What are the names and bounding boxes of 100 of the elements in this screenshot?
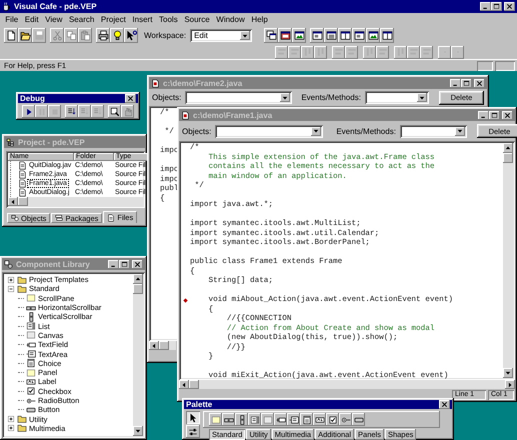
menu-item[interactable]: Window: [212, 14, 248, 26]
scroll-thumb[interactable]: [503, 153, 513, 163]
bars-icon: [422, 47, 432, 57]
tool-button[interactable]: [186, 425, 200, 438]
list-window-icon: [326, 30, 337, 41]
down-arrow-icon: [282, 94, 288, 100]
toolbar-button[interactable]: [108, 105, 121, 118]
down-arrow-icon: [242, 32, 248, 38]
toolbar-button[interactable]: [310, 28, 324, 43]
toolbar-button[interactable]: [324, 28, 338, 43]
component-button[interactable]: [339, 413, 352, 426]
toolbar-button[interactable]: [22, 105, 35, 118]
toolbar-button[interactable]: [264, 28, 278, 43]
toolbar-button[interactable]: [380, 28, 394, 43]
collapse-toggle[interactable]: [7, 284, 15, 293]
toolbar-button[interactable]: [110, 28, 124, 43]
menu-item[interactable]: File: [2, 14, 22, 26]
component-button[interactable]: [287, 413, 300, 426]
minimize-button[interactable]: [480, 2, 491, 11]
scrollbar[interactable]: [503, 143, 513, 378]
close-icon: [504, 112, 511, 118]
toolbar-button[interactable]: [65, 105, 78, 118]
scroll-thumb[interactable]: [18, 197, 28, 206]
menu-item[interactable]: Source: [181, 14, 213, 26]
minimize-button[interactable]: [450, 78, 461, 88]
menu-item[interactable]: Help: [248, 14, 272, 26]
objects-dropdown[interactable]: [185, 91, 292, 104]
maximize-button[interactable]: [491, 2, 502, 11]
maximize-button[interactable]: [461, 78, 472, 88]
dropdown-arrow-button[interactable]: [311, 126, 322, 136]
menu-item[interactable]: Edit: [21, 14, 42, 26]
toolbar-button[interactable]: [96, 28, 110, 43]
scrollbar[interactable]: [179, 380, 515, 389]
close-button[interactable]: [502, 110, 513, 120]
maximize-button[interactable]: [119, 260, 130, 268]
scroll-up-button[interactable]: [133, 274, 143, 284]
events-dropdown[interactable]: [364, 91, 429, 104]
scroll-left-button[interactable]: [149, 341, 159, 350]
toolbar-button[interactable]: [124, 28, 138, 43]
toolbar-button[interactable]: [338, 28, 352, 43]
scrollbar[interactable]: [149, 341, 176, 350]
expand-toggle[interactable]: [7, 424, 15, 432]
component-button[interactable]: [235, 413, 248, 426]
scroll-down-button[interactable]: [503, 368, 513, 378]
toolbar-button[interactable]: [352, 28, 366, 43]
close-button[interactable]: [474, 78, 485, 88]
expand-toggle[interactable]: [7, 276, 15, 284]
objects-dropdown[interactable]: [215, 124, 324, 138]
scroll-left-button[interactable]: [179, 380, 189, 389]
menu-item[interactable]: Search: [66, 14, 98, 26]
minimize-button[interactable]: [108, 260, 119, 268]
scrollbar[interactable]: [8, 197, 143, 206]
tool-button[interactable]: [186, 411, 200, 424]
component-button[interactable]: [326, 413, 339, 426]
left-arrow-icon: [181, 382, 187, 388]
dropdown-arrow-button[interactable]: [280, 93, 290, 102]
pages-icon: [66, 30, 76, 41]
menu-item[interactable]: Tools: [156, 14, 182, 26]
menu-item[interactable]: Insert: [129, 14, 156, 26]
workspace-dropdown[interactable]: Edit: [190, 29, 252, 42]
shapes-icon: [11, 214, 19, 222]
menu-item[interactable]: Project: [98, 14, 130, 26]
window-icon: [280, 30, 291, 41]
dropdown-arrow-button[interactable]: [454, 126, 465, 136]
events-dropdown[interactable]: [400, 124, 467, 138]
scrollbar[interactable]: [133, 274, 143, 436]
component-button[interactable]: [313, 413, 326, 426]
up-arrow-icon: [135, 276, 141, 282]
scroll-thumb[interactable]: [133, 284, 143, 294]
scroll-left-button[interactable]: [8, 197, 18, 206]
close-button[interactable]: [439, 400, 450, 409]
dropdown-arrow-button[interactable]: [416, 93, 427, 102]
stop-icon: [50, 106, 60, 116]
toolbar-button[interactable]: [366, 28, 380, 43]
scroll-right-button[interactable]: [505, 380, 515, 389]
expand-toggle[interactable]: [7, 415, 15, 424]
component-button[interactable]: [352, 413, 365, 426]
cup-icon: [2, 2, 11, 11]
toolbar-button[interactable]: [278, 28, 292, 43]
component-button[interactable]: [274, 413, 287, 426]
toolbar-button[interactable]: [18, 28, 32, 43]
minimize-button[interactable]: [478, 110, 489, 120]
scroll-thumb[interactable]: [189, 380, 199, 389]
toolbar-button[interactable]: [4, 28, 18, 43]
dropdown-arrow-button[interactable]: [240, 31, 250, 40]
menu-item[interactable]: View: [42, 14, 66, 26]
scroll-thumb[interactable]: [159, 341, 169, 350]
close-button[interactable]: [132, 260, 143, 268]
scroll-up-button[interactable]: [503, 143, 513, 153]
component-button[interactable]: [300, 413, 313, 426]
close-button[interactable]: [504, 2, 515, 11]
down-arrow-icon: [135, 428, 141, 434]
component-button[interactable]: [248, 413, 261, 426]
scroll-down-button[interactable]: [133, 426, 143, 436]
component-button[interactable]: [222, 413, 235, 426]
status-panel: [477, 60, 493, 70]
bars-icon: [290, 47, 300, 57]
toolbar-button[interactable]: [292, 28, 306, 43]
close-button[interactable]: [125, 94, 136, 103]
maximize-button[interactable]: [489, 110, 500, 120]
